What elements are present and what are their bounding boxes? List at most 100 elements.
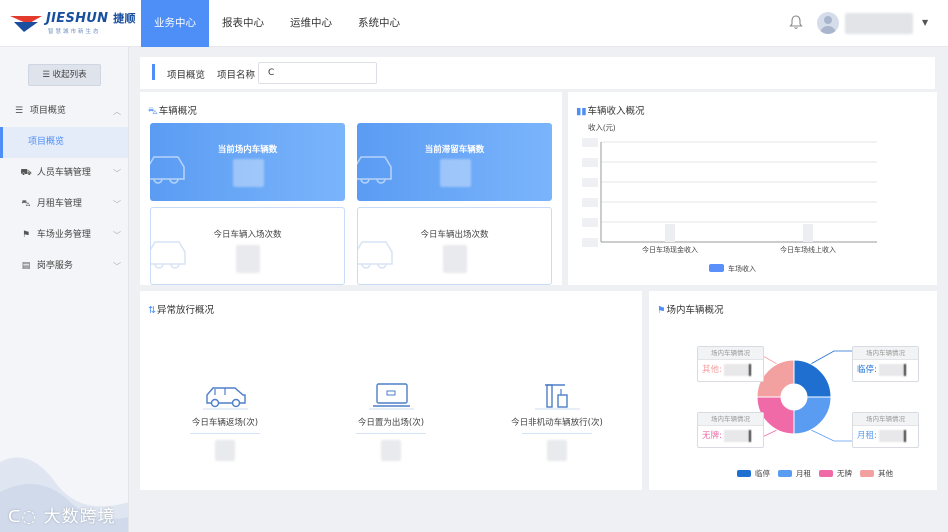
y-axis-label: 收入(元) (588, 122, 616, 132)
tooltip-unlicensed: 场内车辆情况 无牌: (697, 412, 764, 448)
stat-card-today-entries[interactable]: 今日车辆入场次数 (150, 207, 345, 285)
tooltip-body: 其他: (702, 363, 751, 376)
y-tick-label-redacted (582, 238, 598, 247)
list-icon: ☰ (14, 106, 24, 116)
donut-slice-月租[interactable] (793, 396, 832, 435)
project-name-input[interactable]: C (258, 62, 377, 84)
panel-title-text: 异常放行概况 (156, 305, 214, 316)
bell-icon[interactable] (789, 14, 803, 30)
menu-lines-icon: ☰ (42, 70, 50, 80)
abnormal-item-car-return[interactable]: 今日车辆返场(次) (150, 381, 300, 461)
chevron-down-icon: ﹀ (113, 231, 121, 240)
y-tick-label-redacted (582, 178, 598, 187)
monitor-icon (368, 383, 414, 410)
sidebar: ☰ 收起列表 ☰ 项目概览 ︿ 项目概览 ⛟ 人员车辆管理 ﹀ ⛍ 月租车管理 … (0, 47, 129, 532)
logo-swoosh-icon (10, 16, 42, 32)
legend-swatch (778, 470, 792, 477)
chevron-up-icon: ︿ (113, 107, 121, 116)
in-lot-vehicle-panel: ⚑场内车辆概况 场内车辆情况 其他: 场内车辆情况 临停: 场内车辆情况 无牌:… (649, 291, 937, 490)
sidebar-item-label: 人员车辆管理 (36, 168, 91, 178)
tooltip-value-redacted (723, 429, 751, 442)
donut-slice-临停[interactable] (793, 359, 832, 398)
title-accent-bar (152, 64, 155, 80)
vehicle-overview-panel: ⛍车辆概况 当前场内车辆数 当前滞留车辆数 今日车辆入场次数 今日车辆出场次数 (140, 92, 562, 285)
legend-item-unlicensed[interactable]: 无牌 (819, 468, 852, 479)
income-bar-chart: 收入(元) 今日车场现金收入 今日车场线上收入 车场收入 (582, 122, 877, 273)
chart-gridlines (600, 141, 877, 243)
nav-ops-center[interactable]: 运维中心 (277, 0, 345, 47)
stat-card-label: 当前滞留车辆数 (424, 145, 485, 155)
stat-card-current-stranded[interactable]: 当前滞留车辆数 (357, 123, 552, 201)
nav-system-center[interactable]: 系统中心 (345, 0, 413, 47)
logo-brand-en: JIESHUN (46, 11, 109, 26)
y-tick-labels-redacted (582, 138, 598, 247)
user-avatar-icon[interactable] (817, 12, 839, 34)
project-name-label: 项目名称 (217, 70, 256, 81)
bar-value-redacted (665, 224, 675, 242)
legend-swatch (860, 470, 874, 477)
stat-card-label: 今日车辆入场次数 (213, 230, 282, 240)
chart-legend: 车场收入 (709, 264, 756, 273)
car-outline-icon (202, 387, 248, 410)
legend-item-monthly[interactable]: 月租 (778, 468, 811, 479)
page-title: 项目概览 (167, 70, 206, 81)
user-name-redacted[interactable] (845, 13, 913, 34)
tooltip-body: 临停: (857, 363, 906, 376)
chevron-down-icon: ﹀ (113, 262, 121, 271)
legend-label: 月租 (796, 469, 811, 478)
legend-swatch (709, 264, 724, 272)
stat-card-today-exits[interactable]: 今日车辆出场次数 (357, 207, 552, 285)
people-car-icon: ⛟ (20, 168, 32, 178)
stat-card-current-in-lot[interactable]: 当前场内车辆数 (150, 123, 345, 201)
sidebar-item-booth-service[interactable]: ▤ 岗亭服务 ﹀ (0, 251, 128, 282)
panel-title: ⇅异常放行概况 (148, 302, 214, 316)
leader-line (808, 350, 852, 366)
tooltip-label: 其他: (702, 365, 722, 375)
jieshun-logo[interactable]: JIESHUN 捷顺 智慧城市新生态 (8, 10, 136, 38)
abnormal-item-value-redacted (381, 440, 401, 461)
in-lot-donut-chart (752, 350, 852, 442)
stat-card-value-redacted (439, 159, 471, 187)
car-icon: ⛍ (21, 199, 31, 209)
y-tick-label-redacted (582, 198, 598, 207)
collapse-list-button[interactable]: ☰ 收起列表 (28, 64, 101, 86)
release-icon: ⇅ (148, 305, 156, 316)
logo-slogan: 智慧城市新生态 (48, 29, 101, 35)
tooltip-monthly: 场内车辆情况 月租: (852, 412, 919, 448)
divider (190, 433, 260, 434)
parking-business-icon: ⚑ (21, 230, 31, 240)
tooltip-label: 月租: (857, 431, 877, 441)
divider (356, 433, 426, 434)
collapse-list-label: 收起列表 (52, 70, 87, 80)
nav-business-center[interactable]: 业务中心 (141, 0, 209, 47)
income-overview-panel: ▮▮车辆收入概况 收入(元) 今日车场现金收入 今日车场线上收入 车场收入 (568, 92, 937, 285)
tooltip-head: 场内车辆情况 (853, 413, 918, 426)
nav-report-center[interactable]: 报表中心 (209, 0, 277, 47)
panel-title: ⛍车辆概况 (148, 103, 197, 118)
sidebar-item-label: 岗亭服务 (36, 261, 73, 271)
tooltip-value-redacted (878, 363, 906, 376)
sidebar-item-monthly-car[interactable]: ⛍ 月租车管理 ﹀ (0, 189, 128, 220)
sidebar-item-project-overview[interactable]: ☰ 项目概览 ︿ (0, 96, 128, 127)
sidebar-item-parking-business[interactable]: ⚑ 车场业务管理 ﹀ (0, 220, 128, 251)
legend-item-temporary[interactable]: 临停 (737, 468, 770, 479)
abnormal-release-panel: ⇅异常放行概况 今日车辆返场(次) 今日置为出场(次) 今日非机动车辆放行(次) (140, 291, 642, 490)
sidebar-menu: ☰ 项目概览 ︿ 项目概览 ⛟ 人员车辆管理 ﹀ ⛍ 月租车管理 ﹀ ⚑ 车场业… (0, 96, 128, 282)
sidebar-item-label: 项目概览 (29, 106, 66, 116)
donut-slices (756, 359, 832, 435)
sidebar-item-people-vehicle[interactable]: ⛟ 人员车辆管理 ﹀ (0, 158, 128, 189)
booth-icon: ▤ (21, 261, 31, 271)
sidebar-subitem-project-overview[interactable]: 项目概览 (0, 127, 128, 158)
panel-title-text: 车辆概况 (158, 106, 197, 117)
tooltip-head: 场内车辆情况 (853, 347, 918, 360)
caret-down-icon[interactable]: ▼ (922, 18, 928, 27)
legend-item-other[interactable]: 其他 (860, 468, 893, 479)
abnormal-item-set-exit[interactable]: 今日置为出场(次) (316, 381, 466, 461)
chart-bars (665, 224, 813, 242)
logo-brand-cn: 捷顺 (113, 12, 136, 25)
abnormal-item-non-motor-release[interactable]: 今日非机动车辆放行(次) (482, 381, 632, 461)
gate-icon (534, 384, 580, 410)
tooltip-other: 场内车辆情况 其他: (697, 346, 764, 382)
legend-label: 无牌 (837, 469, 852, 478)
tooltip-label: 无牌: (702, 431, 722, 441)
